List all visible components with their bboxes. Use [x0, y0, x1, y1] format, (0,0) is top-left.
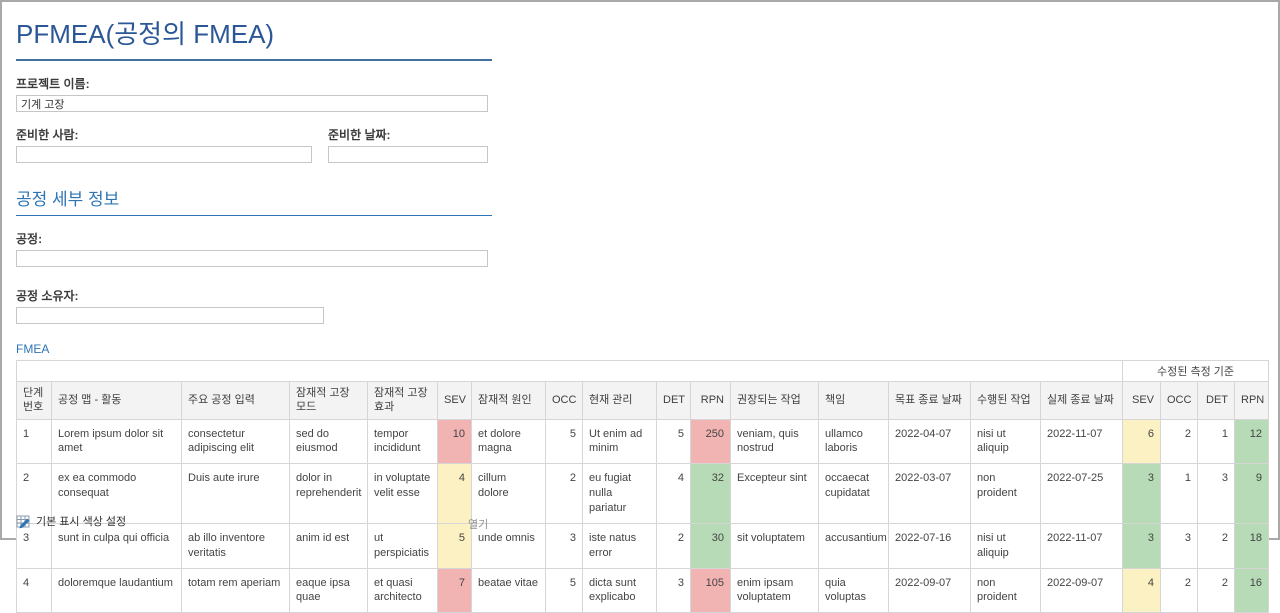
column-header: RPN: [691, 382, 731, 420]
table-cell: 5: [546, 568, 583, 613]
title-block: PFMEA(공정의 FMEA): [16, 14, 492, 61]
project-name-label: 프로젝트 이름:: [16, 75, 1264, 92]
process-label: 공정:: [16, 230, 1264, 247]
table-cell: et quasi architecto: [368, 568, 438, 613]
table-cell: ullamco laboris: [819, 419, 889, 464]
fmea-table: 수정된 측정 기준 단계 번호공정 맵 - 활동주요 공정 입력잠재적 고장 모…: [16, 360, 1269, 613]
edit-table-icon: [16, 514, 31, 529]
column-header: 잠재적 원인: [472, 382, 546, 420]
table-cell: 12: [1235, 419, 1269, 464]
column-header: DET: [657, 382, 691, 420]
table-cell: 10: [438, 419, 472, 464]
table-cell: 16: [1235, 568, 1269, 613]
table-cell: Lorem ipsum dolor sit amet: [52, 419, 182, 464]
table-cell: doloremque laudantium: [52, 568, 182, 613]
prepared-by-input[interactable]: [16, 146, 312, 163]
column-header: 권장되는 작업: [731, 382, 819, 420]
column-header: 잠재적 고장 효과: [368, 382, 438, 420]
table-cell: Ut enim ad minim: [583, 419, 657, 464]
process-owner-input[interactable]: [16, 307, 324, 324]
column-header: 실제 종료 날짜: [1041, 382, 1123, 420]
column-header: 주요 공정 입력: [182, 382, 290, 420]
column-header: 현재 관리: [583, 382, 657, 420]
page-title: PFMEA(공정의 FMEA): [16, 14, 492, 51]
pfmea-page: { "page": { "title": "PFMEA(공정의 FMEA)" }…: [0, 0, 1280, 540]
table-cell: 2022-11-07: [1041, 419, 1123, 464]
table-cell: veniam, quis nostrud: [731, 419, 819, 464]
column-header: 공정 맵 - 활동: [52, 382, 182, 420]
table-cell: beatae vitae: [472, 568, 546, 613]
table-cell: et dolore magna: [472, 419, 546, 464]
table-cell: consectetur adipiscing elit: [182, 419, 290, 464]
table-row: 1Lorem ipsum dolor sit ametconsectetur a…: [17, 419, 1269, 464]
group-header-row: 수정된 측정 기준: [17, 361, 1269, 382]
table-cell: non proident: [971, 568, 1041, 613]
table-cell: 2022-09-07: [1041, 568, 1123, 613]
table-cell: 1: [17, 419, 52, 464]
column-header: 잠재적 고장 모드: [290, 382, 368, 420]
column-header: 책임: [819, 382, 889, 420]
table-cell: totam rem aperiam: [182, 568, 290, 613]
column-header: 목표 종료 날짜: [889, 382, 971, 420]
group-empty-cell: [17, 361, 1123, 382]
expand-toggle[interactable]: 열기: [468, 516, 488, 532]
table-cell: 2: [1198, 568, 1235, 613]
table-cell: 5: [546, 419, 583, 464]
table-cell: 3: [657, 568, 691, 613]
table-cell: 1: [1198, 419, 1235, 464]
table-cell: 2: [1161, 419, 1198, 464]
table-cell: 250: [691, 419, 731, 464]
column-header: RPN: [1235, 382, 1269, 420]
column-header: DET: [1198, 382, 1235, 420]
prepared-date-input[interactable]: [328, 146, 488, 163]
table-cell: dicta sunt explicabo: [583, 568, 657, 613]
table-cell: enim ipsam voluptatem: [731, 568, 819, 613]
table-cell: sed do eiusmod: [290, 419, 368, 464]
table-cell: nisi ut aliquip: [971, 419, 1041, 464]
table-cell: 4: [17, 568, 52, 613]
color-settings-button[interactable]: 기본 표시 색상 설정: [16, 513, 126, 529]
process-input[interactable]: [16, 250, 488, 267]
table-cell: 2022-04-07: [889, 419, 971, 464]
table-cell: eaque ipsa quae: [290, 568, 368, 613]
header-row: 단계 번호공정 맵 - 활동주요 공정 입력잠재적 고장 모드잠재적 고장 효과…: [17, 382, 1269, 420]
column-header: 단계 번호: [17, 382, 52, 420]
column-header: OCC: [1161, 382, 1198, 420]
table-cell: 2022-09-07: [889, 568, 971, 613]
prepared-by-group: 준비한 사람:: [16, 112, 328, 163]
prepared-row: 준비한 사람: 준비한 날짜:: [16, 112, 1264, 163]
column-header: 수행된 작업: [971, 382, 1041, 420]
color-settings-label: 기본 표시 색상 설정: [36, 513, 126, 529]
table-cell: tempor incididunt: [368, 419, 438, 464]
footer-bar: 기본 표시 색상 설정 열기: [16, 513, 1264, 535]
fmea-section-label: FMEA: [16, 342, 1264, 356]
prepared-date-group: 준비한 날짜:: [328, 112, 488, 163]
table-cell: 4: [1123, 568, 1161, 613]
column-header: SEV: [1123, 382, 1161, 420]
table-cell: 5: [657, 419, 691, 464]
column-header: SEV: [438, 382, 472, 420]
prepared-date-label: 준비한 날짜:: [328, 126, 488, 143]
revised-metrics-group-header: 수정된 측정 기준: [1123, 361, 1269, 382]
process-owner-label: 공정 소유자:: [16, 287, 1264, 304]
table-cell: 7: [438, 568, 472, 613]
table-row: 4doloremque laudantiumtotam rem aperiame…: [17, 568, 1269, 613]
table-cell: 2: [1161, 568, 1198, 613]
project-name-input[interactable]: [16, 95, 488, 112]
column-header: OCC: [546, 382, 583, 420]
table-cell: 6: [1123, 419, 1161, 464]
process-section-title: 공정 세부 정보: [16, 185, 492, 210]
prepared-by-label: 준비한 사람:: [16, 126, 328, 143]
table-cell: 105: [691, 568, 731, 613]
process-section-header: 공정 세부 정보: [16, 185, 492, 216]
table-cell: quia voluptas: [819, 568, 889, 613]
